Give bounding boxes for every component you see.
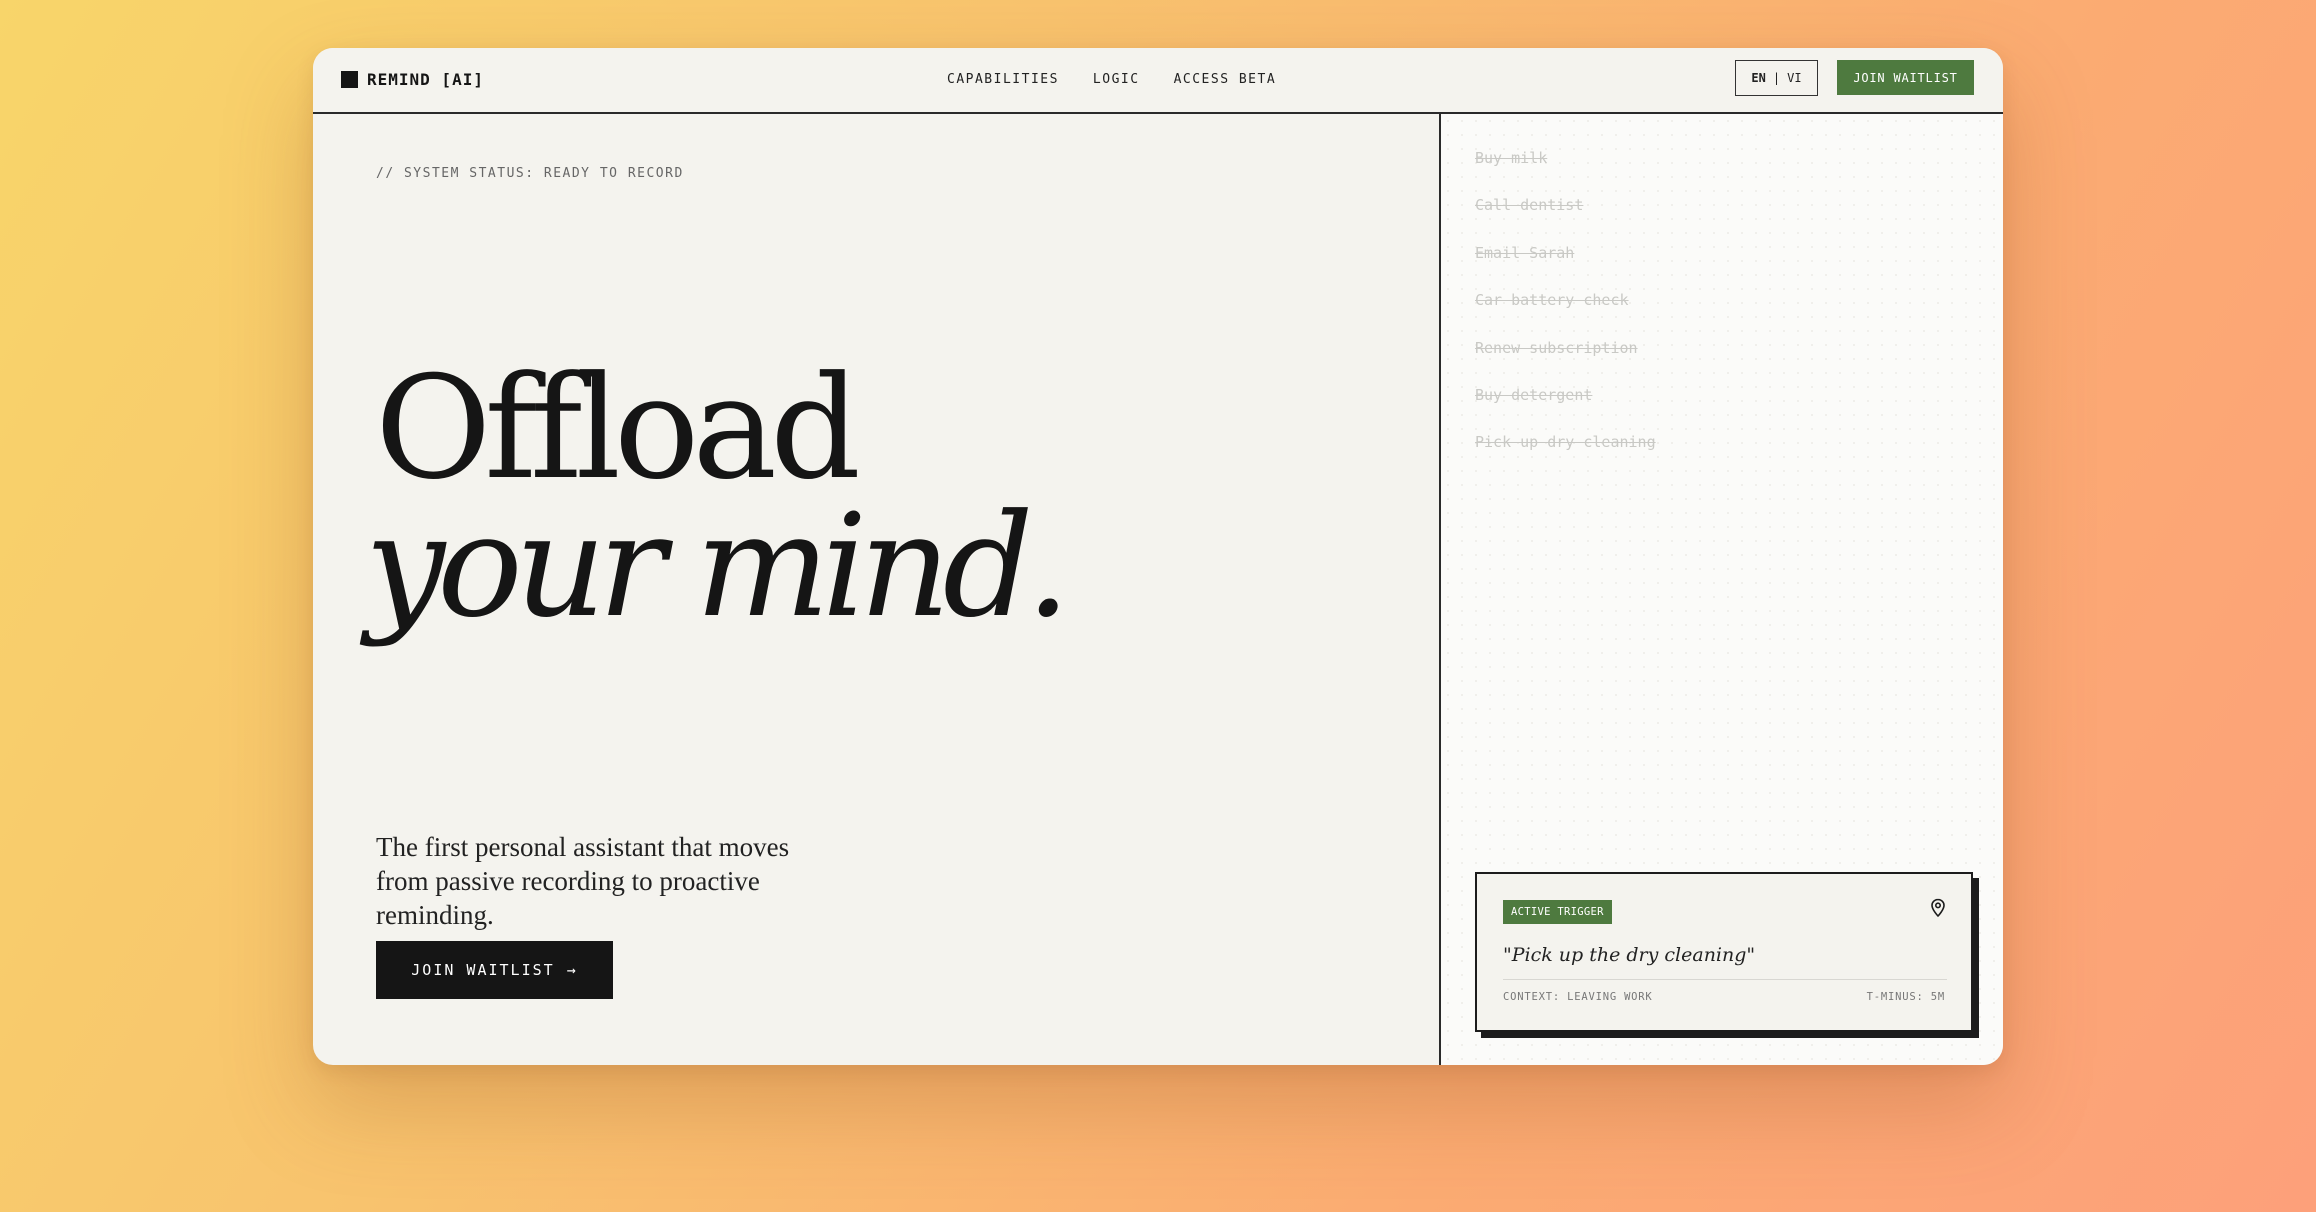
trigger-timer: T-MINUS: 5M bbox=[1866, 991, 1945, 1003]
trigger-divider bbox=[1503, 979, 1947, 980]
arrow-right-icon: → bbox=[566, 961, 578, 979]
task-item: Call dentist bbox=[1475, 196, 1584, 215]
app-window: REMIND [AI] CAPABILITIES LOGIC ACCESS BE… bbox=[313, 48, 2003, 1065]
task-item: Buy milk bbox=[1475, 149, 1548, 167]
nav-link-logic[interactable]: LOGIC bbox=[1093, 72, 1140, 87]
map-pin-icon bbox=[1931, 898, 1945, 918]
system-status: // SYSTEM STATUS: READY TO RECORD bbox=[376, 166, 684, 181]
nav-link-capabilities[interactable]: CAPABILITIES bbox=[947, 72, 1059, 87]
task-item: Buy detergent bbox=[1475, 385, 1593, 404]
completed-task-list: Buy milk Call dentist Email Sarah Car ba… bbox=[1475, 148, 1656, 480]
hero-cta-label: JOIN WAITLIST bbox=[411, 961, 555, 979]
nav-links: CAPABILITIES LOGIC ACCESS BETA bbox=[947, 72, 1276, 87]
lang-separator: | bbox=[1772, 71, 1781, 85]
logo-square-icon bbox=[341, 71, 358, 88]
task-item: Pick up dry cleaning bbox=[1475, 433, 1656, 452]
trigger-context: CONTEXT: LEAVING WORK bbox=[1503, 991, 1653, 1003]
hero-headline-line1: Offload bbox=[375, 346, 861, 511]
top-nav: REMIND [AI] CAPABILITIES LOGIC ACCESS BE… bbox=[313, 48, 2003, 114]
active-trigger-card: ACTIVE TRIGGER "Pick up the dry cleaning… bbox=[1475, 872, 1973, 1032]
nav-join-waitlist-button[interactable]: JOIN WAITLIST bbox=[1837, 60, 1974, 95]
lang-option-vi[interactable]: VI bbox=[1787, 71, 1801, 85]
lang-option-en[interactable]: EN bbox=[1751, 71, 1765, 85]
task-item: Renew subscription bbox=[1475, 338, 1638, 357]
hero-subtitle: The first personal assistant that moves … bbox=[376, 832, 790, 930]
trigger-quote: "Pick up the dry cleaning" bbox=[1503, 944, 1756, 966]
active-trigger-badge: ACTIVE TRIGGER bbox=[1503, 900, 1612, 924]
task-item: Email Sarah bbox=[1475, 243, 1575, 262]
task-item: Car battery check bbox=[1475, 291, 1629, 310]
language-toggle[interactable]: EN | VI bbox=[1735, 60, 1818, 96]
hero-join-waitlist-button[interactable]: JOIN WAITLIST → bbox=[376, 941, 613, 999]
task-panel: Buy milk Call dentist Email Sarah Car ba… bbox=[1441, 114, 2003, 1065]
logo-text: REMIND [AI] bbox=[367, 70, 484, 89]
nav-link-access-beta[interactable]: ACCESS BETA bbox=[1174, 72, 1277, 87]
logo[interactable]: REMIND [AI] bbox=[341, 70, 484, 89]
hero-headline-line2: your mind. bbox=[365, 484, 1071, 649]
